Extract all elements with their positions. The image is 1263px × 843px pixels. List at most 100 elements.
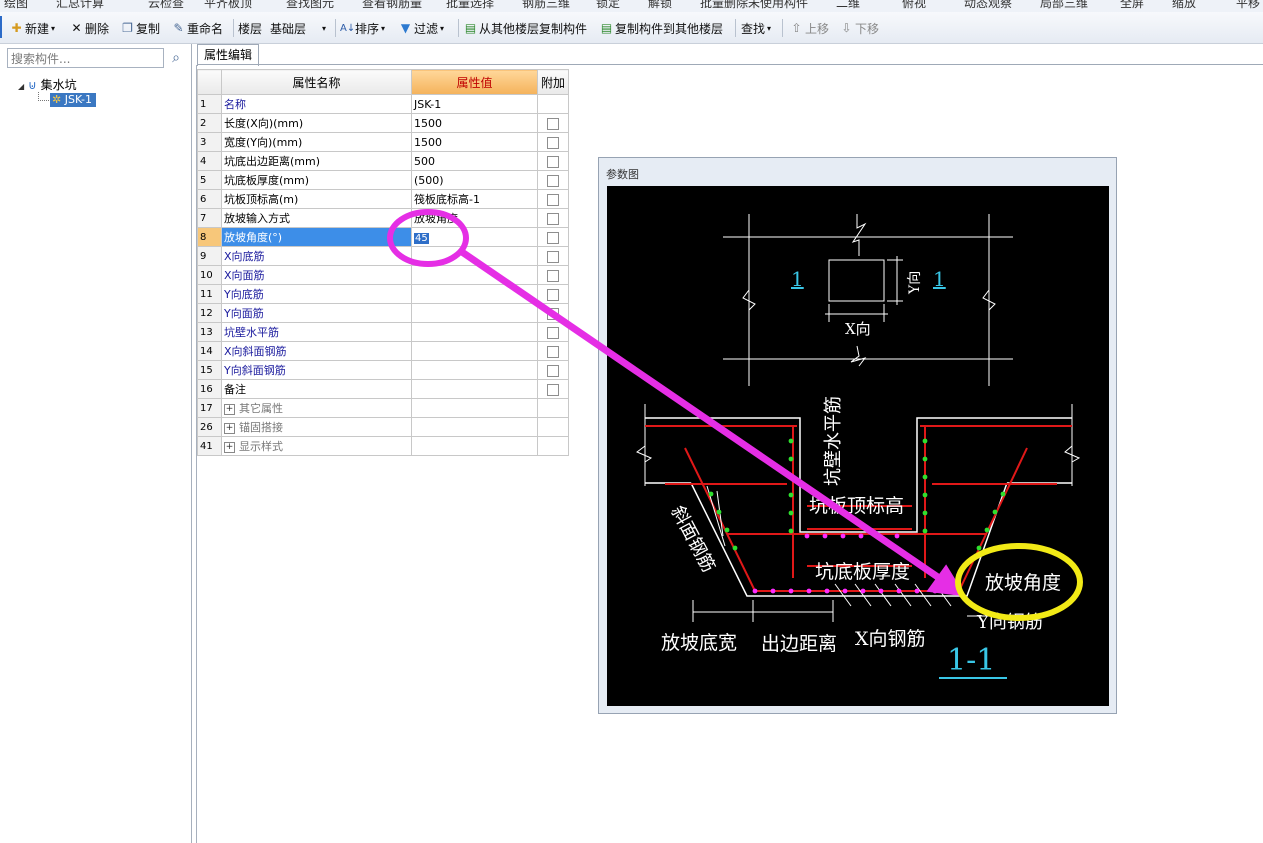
group-row[interactable]: 17 + 其它属性 <box>197 398 569 418</box>
property-value[interactable] <box>411 379 538 399</box>
top-item[interactable]: 绘图 <box>4 0 28 11</box>
property-value[interactable]: JSK-1 <box>411 94 538 114</box>
filter-button[interactable]: ▼ 过滤 ▾ <box>399 20 444 36</box>
table-row[interactable]: 9 X向底筋 <box>197 246 569 266</box>
new-button[interactable]: ✚ 新建 ▾ <box>10 20 55 36</box>
top-item[interactable]: 平移 <box>1236 0 1260 11</box>
top-item[interactable]: 钢筋三维 <box>522 0 570 11</box>
group-row[interactable]: 41 + 显示样式 <box>197 436 569 456</box>
top-item[interactable]: 缩放 <box>1172 0 1196 11</box>
collapse-arrow-icon[interactable]: ◢ <box>18 82 24 91</box>
attach-checkbox[interactable] <box>547 193 559 206</box>
attach-checkbox[interactable] <box>547 136 559 149</box>
attach-header[interactable]: 附加 <box>537 69 569 95</box>
top-item[interactable]: 局部三维 <box>1040 0 1088 11</box>
row-number: 1 <box>197 94 222 114</box>
copy-from-other-floor-button[interactable]: ▤ 从其他楼层复制构件 <box>464 20 587 36</box>
attach-checkbox[interactable] <box>547 174 559 187</box>
property-name-header[interactable]: 属性名称 <box>221 69 412 95</box>
top-item[interactable]: 查找图元 <box>286 0 334 11</box>
property-value[interactable] <box>411 284 538 304</box>
attach-checkbox[interactable] <box>547 383 559 396</box>
attach-checkbox[interactable] <box>547 212 559 225</box>
property-value[interactable]: 筏板底标高-1 <box>411 189 538 209</box>
property-value[interactable] <box>411 360 538 380</box>
move-down-button[interactable]: ⇩ 下移 <box>840 20 879 36</box>
property-value[interactable]: 1500 <box>411 113 538 133</box>
top-item[interactable]: 批量选择 <box>446 0 494 11</box>
property-value[interactable] <box>411 322 538 342</box>
property-value[interactable]: 1500 <box>411 132 538 152</box>
value-edit-field[interactable]: 45 <box>414 232 429 244</box>
sort-button[interactable]: A↓ 排序 ▾ <box>340 20 385 36</box>
move-up-button[interactable]: ⇧ 上移 <box>790 20 829 36</box>
tree-node-sump[interactable]: ◢ ⊍ 集水坑 <box>18 76 77 93</box>
top-item[interactable]: 平齐板顶 <box>204 0 252 11</box>
top-item[interactable]: 二维 <box>836 0 860 11</box>
table-row[interactable]: 2 长度(X向)(mm) 1500 <box>197 113 569 133</box>
search-input[interactable]: 搜索构件... <box>7 48 164 68</box>
table-row[interactable]: 3 宽度(Y向)(mm) 1500 <box>197 132 569 152</box>
copy-button[interactable]: ❐ 复制 <box>121 20 160 36</box>
table-row[interactable]: 10 X向面筋 <box>197 265 569 285</box>
attach-checkbox[interactable] <box>547 326 559 339</box>
group-row[interactable]: 26 + 锚固搭接 <box>197 417 569 437</box>
attach-cell <box>537 436 569 456</box>
property-value[interactable]: (500) <box>411 170 538 190</box>
top-item[interactable]: 解锁 <box>648 0 672 11</box>
delete-button[interactable]: ✕ 删除 <box>70 20 109 36</box>
tab-property-edit[interactable]: 属性编辑 <box>197 44 259 66</box>
top-item[interactable]: 查看钢筋量 <box>362 0 422 11</box>
property-value[interactable]: 500 <box>411 151 538 171</box>
top-item[interactable]: 锁定 <box>596 0 620 11</box>
table-row[interactable]: 12 Y向面筋 <box>197 303 569 323</box>
table-row[interactable]: 7 放坡输入方式 放坡角度 <box>197 208 569 228</box>
tree-node-jsk1[interactable]: ✲ JSK-1 <box>50 93 96 107</box>
find-button[interactable]: 查找 ▾ <box>741 20 771 36</box>
table-row[interactable]: 5 坑底板厚度(mm) (500) <box>197 170 569 190</box>
attach-checkbox[interactable] <box>547 307 559 320</box>
table-row[interactable]: 4 坑底出边距离(mm) 500 <box>197 151 569 171</box>
table-row[interactable]: 6 坑板顶标高(m) 筏板底标高-1 <box>197 189 569 209</box>
expand-icon[interactable]: + <box>224 422 235 434</box>
table-row[interactable]: 11 Y向底筋 <box>197 284 569 304</box>
attach-checkbox[interactable] <box>547 155 559 168</box>
table-row[interactable]: 13 坑壁水平筋 <box>197 322 569 342</box>
top-item[interactable]: 云检查 <box>148 0 184 11</box>
property-value[interactable] <box>411 341 538 361</box>
top-item[interactable]: 俯视 <box>902 0 926 11</box>
top-item[interactable]: 动态观察 <box>964 0 1012 11</box>
attach-checkbox[interactable] <box>547 250 559 263</box>
table-row[interactable]: 15 Y向斜面钢筋 <box>197 360 569 380</box>
attach-checkbox[interactable] <box>547 231 559 244</box>
top-item[interactable]: 全屏 <box>1120 0 1144 11</box>
top-item[interactable]: 汇总计算 <box>56 0 104 11</box>
attach-checkbox[interactable] <box>547 269 559 282</box>
top-item[interactable]: 批量删除未使用构件 <box>700 0 808 11</box>
property-value <box>411 436 538 456</box>
property-value[interactable]: 放坡角度 <box>411 208 538 228</box>
property-value-header[interactable]: 属性值 <box>411 69 538 95</box>
attach-checkbox[interactable] <box>547 364 559 377</box>
property-value[interactable] <box>411 265 538 285</box>
expand-icon[interactable]: + <box>224 441 235 453</box>
attach-checkbox[interactable] <box>547 117 559 130</box>
property-value-editor[interactable]: 45 <box>411 227 538 247</box>
table-row[interactable]: 16 备注 <box>197 379 569 399</box>
expand-icon[interactable]: + <box>224 403 235 415</box>
property-value[interactable] <box>411 246 538 266</box>
table-row[interactable]: 14 X向斜面钢筋 <box>197 341 569 361</box>
search-icon[interactable]: ⌕ <box>166 48 186 68</box>
property-value[interactable] <box>411 303 538 323</box>
table-row-selected[interactable]: 8 放坡角度(°) 45 <box>197 227 569 247</box>
table-row[interactable]: 1 名称 JSK-1 <box>197 94 569 114</box>
attach-checkbox[interactable] <box>547 288 559 301</box>
copy-to-other-floor-button[interactable]: ▤ 复制构件到其他楼层 <box>600 20 723 36</box>
floor-select[interactable]: 基础层 ▾ <box>270 20 326 36</box>
toolbar-separator <box>233 19 234 37</box>
toolbar-separator <box>782 19 783 37</box>
row-number: 6 <box>197 189 222 209</box>
attach-checkbox[interactable] <box>547 345 559 358</box>
rename-button[interactable]: ✎ 重命名 <box>172 20 223 36</box>
property-grid: 属性名称 属性值 附加 1 名称 JSK-1 2 长度(X向)(mm) 1500… <box>197 69 569 456</box>
